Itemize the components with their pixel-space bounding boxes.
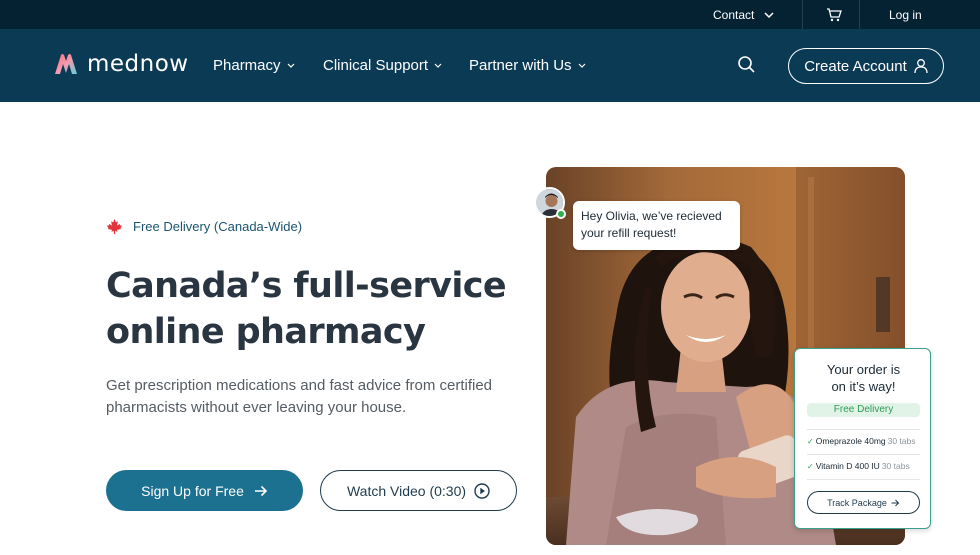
divider [859, 0, 860, 29]
headline-line-1: Canada’s full-service [106, 266, 507, 306]
hero-subtext: Get prescription medications and fast ad… [106, 375, 526, 419]
cart-icon [827, 7, 842, 21]
order-item-name: Omeprazole 40mg [815, 436, 886, 446]
main-nav: mednow Pharmacy Clinical Support Partner… [0, 29, 980, 102]
subtext-line-2: pharmacists without ever leaving your ho… [106, 399, 407, 416]
free-delivery-label: Free Delivery (Canada-Wide) [133, 219, 303, 234]
order-title-line-1: Your order is [826, 362, 901, 377]
divider [807, 479, 920, 480]
chat-line-1: Hey Olivia, we’ve recieved [581, 209, 722, 223]
user-icon [914, 59, 928, 74]
create-account-button[interactable]: Create Account [788, 48, 944, 84]
maple-leaf-icon [106, 218, 123, 235]
nav-clinical-support[interactable]: Clinical Support [323, 29, 442, 102]
nav-pharmacy[interactable]: Pharmacy [213, 29, 295, 102]
mednow-logo[interactable]: mednow [52, 51, 189, 77]
track-package-label: Track Package [827, 497, 887, 508]
search-button[interactable] [737, 55, 757, 75]
chevron-down-icon [578, 63, 585, 68]
arrow-right-icon [891, 499, 900, 506]
check-icon: ✓ [807, 461, 814, 471]
chevron-down-icon [287, 63, 294, 68]
watch-video-button[interactable]: Watch Video (0:30) [320, 470, 517, 511]
utility-bar: Contact Log in [0, 0, 980, 29]
order-title: Your order is on it’s way! [795, 361, 932, 395]
chat-line-2: your refill request! [581, 226, 677, 240]
login-link[interactable]: Log in [889, 0, 922, 29]
order-item: ✓ Omeprazole 40mg 30 tabs [807, 436, 922, 446]
order-title-line-2: on it’s way! [831, 379, 896, 394]
online-status-indicator [556, 209, 566, 219]
nav-pharmacy-label: Pharmacy [213, 57, 281, 74]
check-icon: ✓ [807, 436, 814, 446]
nav-partner[interactable]: Partner with Us [469, 29, 586, 102]
watch-video-label: Watch Video (0:30) [346, 482, 467, 499]
order-item-qty: 30 tabs [887, 436, 916, 446]
create-account-label: Create Account [804, 57, 907, 75]
headline-line-2: online pharmacy [106, 312, 426, 352]
order-item-qty: 30 tabs [881, 461, 910, 471]
divider [807, 429, 920, 430]
order-status-card: Your order is on it’s way! Free Delivery… [794, 348, 931, 529]
order-item: ✓ Vitamin D 400 IU 30 tabs [807, 461, 922, 471]
arrow-right-icon [254, 485, 267, 496]
logo-text: mednow [87, 51, 189, 77]
track-package-button[interactable]: Track Package [807, 491, 920, 514]
page-title: Canada’s full-service online pharmacy [106, 263, 526, 355]
nav-partner-label: Partner with Us [469, 57, 572, 74]
free-delivery-pill: Free Delivery [807, 403, 920, 417]
chevron-down-icon [434, 63, 442, 68]
sign-up-label: Sign Up for Free [141, 482, 244, 499]
logo-mark-icon [55, 54, 77, 74]
chat-message: Hey Olivia, we’ve recieved your refill r… [573, 201, 740, 250]
cart-button[interactable] [826, 0, 842, 29]
order-item-name: Vitamin D 400 IU [815, 461, 880, 471]
play-circle-icon [474, 482, 490, 499]
nav-clinical-support-label: Clinical Support [323, 57, 429, 74]
divider [807, 454, 920, 455]
divider [802, 0, 803, 29]
chevron-down-icon [764, 11, 774, 18]
contact-label: Contact [713, 7, 755, 22]
sign-up-button[interactable]: Sign Up for Free [106, 470, 303, 511]
search-icon [738, 56, 755, 73]
subtext-line-1: Get prescription medications and fast ad… [106, 377, 493, 394]
free-delivery-badge: Free Delivery (Canada-Wide) [106, 218, 302, 235]
contact-menu[interactable]: Contact [713, 0, 774, 29]
